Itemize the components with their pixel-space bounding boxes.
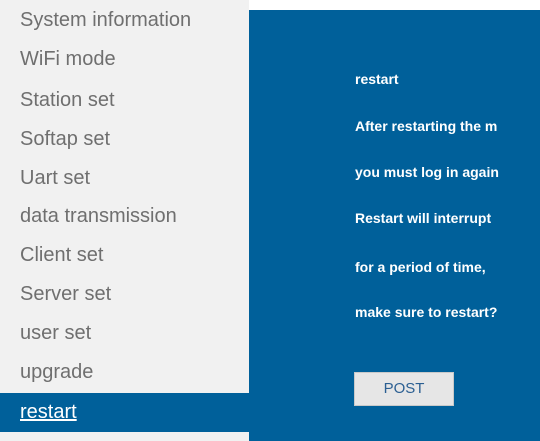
panel-message-line: make sure to restart? — [355, 304, 498, 320]
panel-message-line: After restarting the m — [355, 118, 498, 134]
sidebar-item-softap-set[interactable]: Softap set — [0, 120, 249, 159]
post-button[interactable]: POST — [354, 372, 454, 406]
sidebar-item-wifi-mode[interactable]: WiFi mode — [0, 40, 249, 79]
page: System information WiFi mode Station set… — [0, 0, 540, 441]
panel-message-line: you must log in again — [355, 164, 499, 180]
panel-title: restart — [355, 71, 399, 87]
sidebar-item-system-information[interactable]: System information — [0, 1, 249, 40]
sidebar-item-data-transmission[interactable]: data transmission — [0, 197, 249, 236]
sidebar-item-upgrade[interactable]: upgrade — [0, 353, 249, 392]
sidebar-item-restart[interactable]: restart — [0, 393, 249, 432]
panel-message-line: for a period of time, — [355, 259, 486, 275]
sidebar-item-client-set[interactable]: Client set — [0, 236, 249, 275]
sidebar-item-station-set[interactable]: Station set — [0, 81, 249, 120]
sidebar-item-uart-set[interactable]: Uart set — [0, 159, 249, 198]
sidebar-menu: System information WiFi mode Station set… — [0, 0, 249, 441]
sidebar-item-user-set[interactable]: user set — [0, 314, 249, 353]
panel-message-line: Restart will interrupt — [355, 210, 492, 226]
sidebar-item-server-set[interactable]: Server set — [0, 275, 249, 314]
